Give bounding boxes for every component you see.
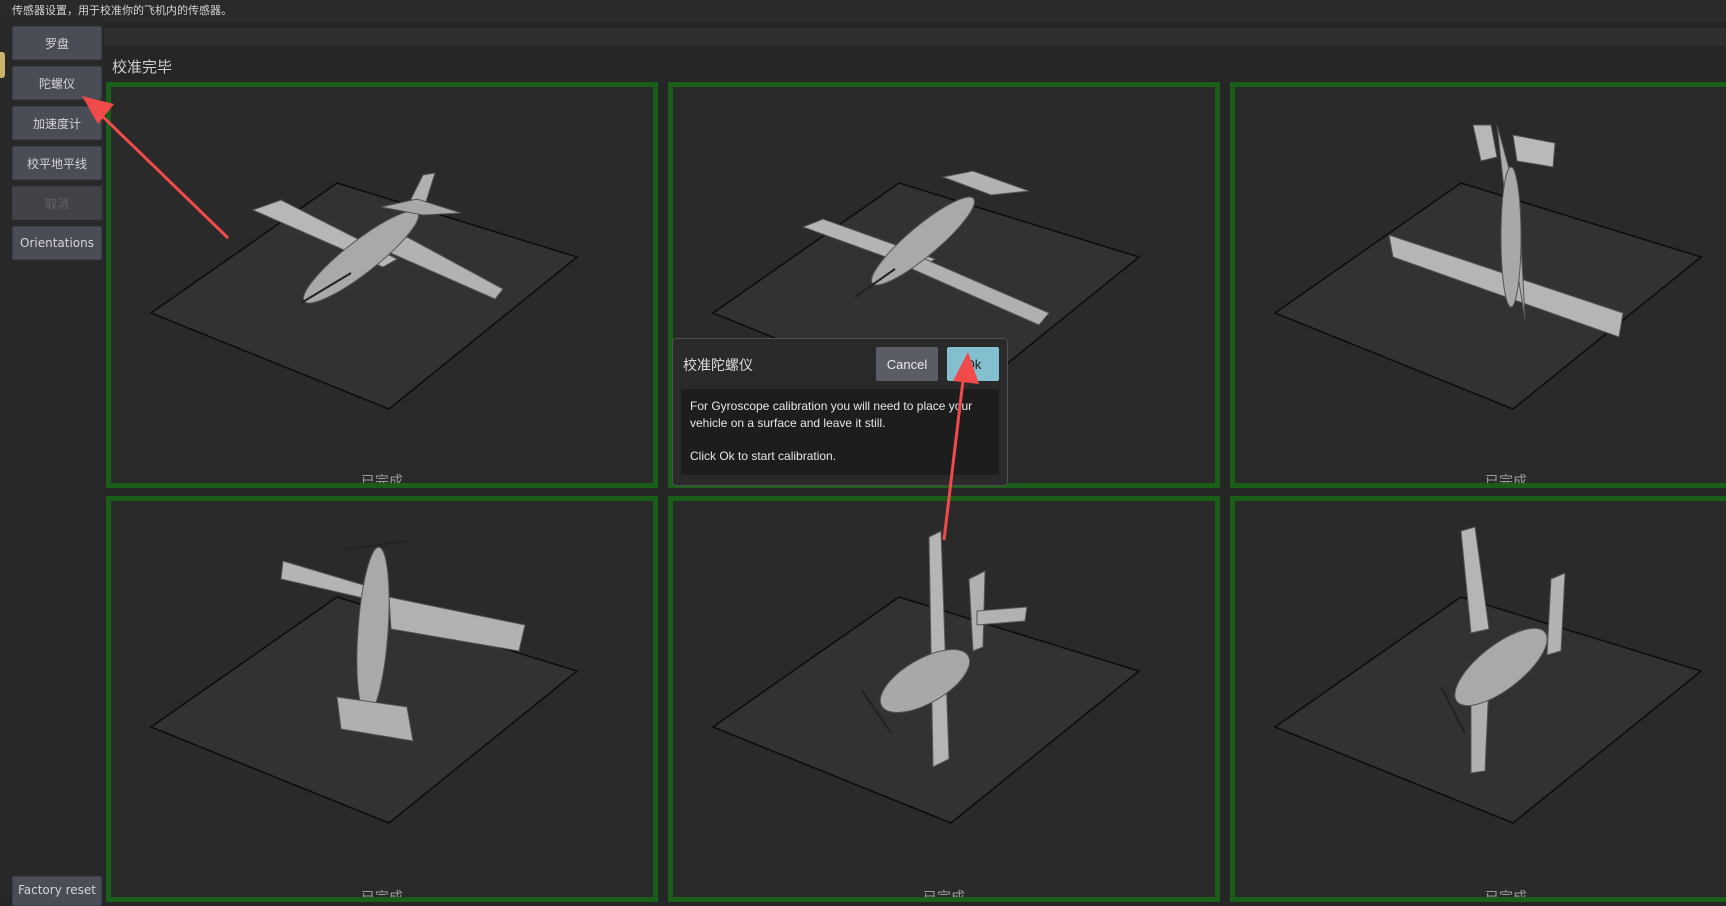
cancel-button[interactable]: Cancel [876,347,938,381]
ok-button[interactable]: Ok [947,347,999,381]
vehicle-level-icon [149,172,579,410]
compass-button[interactable]: 罗盘 [12,26,102,60]
orientation-status-label: 已完成 [361,474,403,488]
accelerometer-button[interactable]: 加速度计 [12,106,102,140]
page-description: 传感器设置，用于校准你的飞机内的传感器。 [12,4,232,17]
orientations-button[interactable]: Orientations [12,226,102,260]
vehicle-upside-down-icon [149,540,579,824]
vehicle-nose-down-icon [1273,124,1703,410]
orientation-cell-upside-down: 已完成 [106,496,658,902]
top-bar: 传感器设置，用于校准你的飞机内的传感器。 [0,0,1726,22]
orientation-status-label: 已完成 [923,890,965,902]
gyroscope-button[interactable]: 陀螺仪 [12,66,102,100]
gyro-calibration-dialog: 校准陀螺仪 Cancel Ok For Gyroscope calibratio… [672,338,1008,486]
orientation-status-label: 已完成 [1485,890,1527,902]
vehicle-right-side-icon [711,530,1141,824]
orientation-cell-level: 已完成 [106,82,658,488]
orientation-cell-nose-down: 已完成 [1230,82,1726,488]
orientation-cell-left-side: 已完成 [1230,496,1726,902]
orientation-status-label: 已完成 [1485,474,1527,488]
calibration-status: 校准完毕 [112,58,173,76]
factory-reset-button[interactable]: Factory reset [12,876,102,906]
dialog-message: For Gyroscope calibration you will need … [681,389,999,475]
sidebar-active-indicator [0,52,5,78]
orientation-grid: 已完成 已完成 已完成 已完成 已完成 [104,82,1726,902]
dialog-title: 校准陀螺仪 [683,358,753,374]
progress-strip [104,28,1726,46]
dialog-start-hint: Click Ok to start calibration. [690,449,837,463]
vehicle-left-side-icon [1273,526,1703,824]
dialog-instructions: For Gyroscope calibration you will need … [690,399,973,430]
level-horizon-button[interactable]: 校平地平线 [12,146,102,180]
orientation-status-label: 已完成 [361,890,403,902]
cancel-calibration-button: 取消 [12,186,102,220]
orientation-cell-right-side: 已完成 [668,496,1220,902]
